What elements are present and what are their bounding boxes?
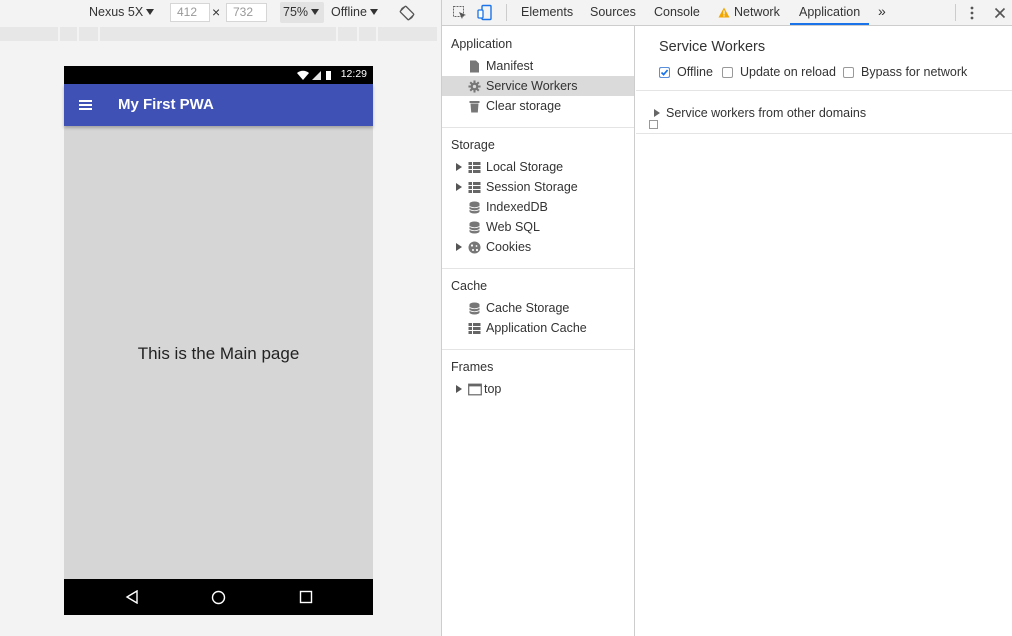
bypass-for-network-checkbox[interactable] <box>843 67 854 78</box>
checkmark-icon <box>659 67 670 78</box>
emulation-toolbar: Nexus 5X 412 × 732 75% Offline <box>0 0 441 26</box>
more-tabs-button[interactable]: » <box>878 0 886 25</box>
sidebar-item-local-storage[interactable]: Local Storage <box>442 157 634 177</box>
phone-viewport: 12:29 My First PWA This is the Main page <box>64 66 373 615</box>
app-title: My First PWA <box>118 96 214 113</box>
expand-arrow-icon[interactable] <box>456 183 462 191</box>
close-icon[interactable] <box>994 7 1006 19</box>
section-title-storage: Storage <box>451 138 495 152</box>
bypass-for-network-label[interactable]: Bypass for network <box>861 65 967 79</box>
device-name: Nexus 5X <box>89 5 144 19</box>
warning-icon <box>718 7 730 18</box>
gear-icon <box>468 80 481 93</box>
status-clock: 12:29 <box>340 68 367 80</box>
sidebar-item-session-storage[interactable]: Session Storage <box>442 177 634 197</box>
main-page-text: This is the Main page <box>137 344 300 363</box>
height-input[interactable]: 732 <box>226 3 267 22</box>
other-domains-toggle[interactable]: Service workers from other domains <box>666 106 866 120</box>
offline-checkbox[interactable] <box>659 67 670 78</box>
panel-title: Service Workers <box>659 39 766 55</box>
sidebar-item-service-workers[interactable]: Service Workers <box>442 76 634 96</box>
rotate-icon[interactable] <box>399 5 415 21</box>
devtools-window: Elements Sources Console Network Applica… <box>441 0 1012 636</box>
android-nav-bar <box>64 579 373 615</box>
expand-arrow-icon[interactable] <box>456 243 462 251</box>
devtools-tabbar: Elements Sources Console Network Applica… <box>442 0 1012 26</box>
sidebar-item-label: Cache Storage <box>486 301 570 315</box>
database-icon <box>469 201 480 214</box>
sidebar-item-label: Cookies <box>486 240 532 254</box>
sidebar-item-web-sql[interactable]: Web SQL <box>442 217 634 237</box>
android-status-bar: 12:29 <box>64 66 373 84</box>
sidebar-item-indexeddb[interactable]: IndexedDB <box>442 197 634 217</box>
update-on-reload-label[interactable]: Update on reload <box>740 65 836 79</box>
database-icon <box>469 302 480 315</box>
grid-icon <box>468 162 481 173</box>
sidebar-item-cache-storage[interactable]: Cache Storage <box>442 298 634 318</box>
app-bar: My First PWA <box>64 84 373 126</box>
expand-arrow-icon[interactable] <box>456 385 462 393</box>
kebab-menu-icon[interactable] <box>968 5 976 21</box>
application-sidebar: Application Manifest Service Workers Cle… <box>442 26 635 636</box>
trash-icon <box>469 101 480 113</box>
sidebar-item-label: Web SQL <box>486 220 540 234</box>
status-icons <box>297 70 331 80</box>
other-domains-checkbox[interactable] <box>649 120 658 129</box>
sidebar-item-label: Local Storage <box>486 160 564 174</box>
sidebar-item-label: Manifest <box>486 59 534 73</box>
grid-icon <box>468 182 481 193</box>
media-query-ruler <box>0 27 441 43</box>
expand-arrow-icon[interactable] <box>456 163 462 171</box>
hamburger-menu-icon[interactable] <box>79 100 92 110</box>
sidebar-item-application-cache[interactable]: Application Cache <box>442 318 634 338</box>
device-toolbar-icon[interactable] <box>477 4 493 21</box>
service-workers-panel: Service Workers Offline Update on reload… <box>636 26 1012 636</box>
tab-elements[interactable]: Elements <box>521 0 573 25</box>
offline-label[interactable]: Offline <box>677 65 713 79</box>
sidebar-item-cookies[interactable]: Cookies <box>442 237 634 257</box>
sidebar-item-top[interactable]: top <box>442 379 634 399</box>
sidebar-item-manifest[interactable]: Manifest <box>442 56 634 76</box>
device-emulation-pane: Nexus 5X 412 × 732 75% Offline 12:29 My … <box>0 0 441 636</box>
throttle-value: Offline <box>331 5 367 19</box>
width-input[interactable]: 412 <box>170 3 210 22</box>
sidebar-item-label: Service Workers <box>486 79 578 93</box>
zoom-select[interactable]: 75% <box>280 2 324 23</box>
sidebar-item-label: Application Cache <box>486 321 587 335</box>
sidebar-item-label: top <box>484 382 502 396</box>
chevron-down-icon <box>369 9 378 15</box>
tab-sources[interactable]: Sources <box>590 0 636 25</box>
section-title-cache: Cache <box>451 279 488 293</box>
recents-icon[interactable] <box>299 590 313 604</box>
sidebar-item-label: Clear storage <box>486 99 562 113</box>
document-icon <box>470 60 479 73</box>
database-icon <box>469 221 480 234</box>
section-title-application: Application <box>451 37 513 51</box>
times-symbol: × <box>212 4 221 20</box>
zoom-value: 75% <box>283 5 309 19</box>
sidebar-item-clear-storage[interactable]: Clear storage <box>442 96 634 116</box>
cookie-icon <box>468 241 481 254</box>
inspect-element-icon[interactable] <box>452 5 468 21</box>
tab-console[interactable]: Console <box>654 0 700 25</box>
home-icon[interactable] <box>211 590 226 605</box>
tab-network[interactable]: Network <box>734 0 780 25</box>
chevron-down-icon <box>311 9 320 15</box>
tab-application[interactable]: Application <box>790 0 870 25</box>
expand-arrow-icon[interactable] <box>654 109 660 117</box>
frame-icon <box>468 383 482 396</box>
throttle-select[interactable]: Offline <box>331 0 378 26</box>
update-on-reload-checkbox[interactable] <box>722 67 733 78</box>
sidebar-item-label: Session Storage <box>486 180 578 194</box>
back-icon[interactable] <box>125 590 139 604</box>
sidebar-item-label: IndexedDB <box>486 200 548 214</box>
grid-icon <box>468 323 481 334</box>
device-select[interactable]: Nexus 5X <box>89 0 155 26</box>
chevron-down-icon <box>146 9 155 15</box>
section-title-frames: Frames <box>451 360 494 374</box>
